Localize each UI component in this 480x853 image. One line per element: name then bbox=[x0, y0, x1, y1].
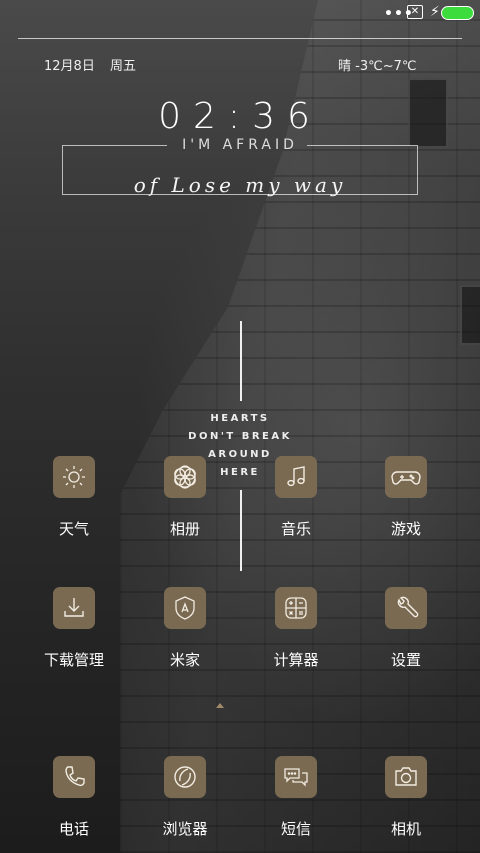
chat-bubbles-icon bbox=[275, 756, 317, 798]
app-calculator[interactable]: 计算器 bbox=[241, 587, 351, 670]
widget-top-line bbox=[18, 38, 462, 39]
weekday-label: 周五 bbox=[110, 59, 137, 74]
app-label: 电话 bbox=[58, 820, 89, 838]
date-label: 12月8日 bbox=[44, 59, 95, 74]
app-gallery[interactable]: 相册 bbox=[130, 456, 240, 539]
app-downloads[interactable]: 下载管理 bbox=[19, 587, 129, 670]
app-mijia[interactable]: 米家 bbox=[130, 587, 240, 670]
app-music[interactable]: 音乐 bbox=[241, 456, 351, 539]
page-indicator[interactable] bbox=[216, 703, 224, 708]
app-games[interactable]: 游戏 bbox=[351, 456, 461, 539]
sim-off-icon: ✕ bbox=[407, 5, 423, 19]
sun-icon bbox=[53, 456, 95, 498]
battery-icon bbox=[441, 6, 474, 20]
hearts-line: DON'T BREAK bbox=[188, 431, 292, 442]
app-label: 短信 bbox=[280, 820, 311, 838]
app-camera[interactable]: 相机 bbox=[351, 756, 461, 839]
app-label: 相册 bbox=[169, 520, 200, 538]
app-label: 相机 bbox=[390, 820, 421, 838]
clock[interactable]: 02:36 bbox=[0, 96, 480, 137]
divider-line-top bbox=[240, 321, 242, 401]
app-label: 游戏 bbox=[390, 520, 421, 538]
music-note-icon bbox=[275, 456, 317, 498]
gamepad-icon bbox=[385, 456, 427, 498]
app-label: 音乐 bbox=[280, 520, 311, 538]
app-weather[interactable]: 天气 bbox=[19, 456, 129, 539]
weather-label[interactable]: 晴 -3℃~7℃ bbox=[338, 55, 416, 74]
bolt-icon: ⚡ bbox=[430, 4, 440, 20]
camera-icon bbox=[385, 756, 427, 798]
wallpaper-window bbox=[460, 285, 480, 345]
app-label: 下载管理 bbox=[43, 651, 104, 669]
tagline: I'M AFRAID bbox=[182, 137, 298, 153]
app-label: 浏览器 bbox=[162, 820, 208, 838]
app-browser[interactable]: 浏览器 bbox=[130, 756, 240, 839]
app-settings[interactable]: 设置 bbox=[351, 587, 461, 670]
hearts-line: HEARTS bbox=[210, 413, 270, 424]
wrench-icon bbox=[385, 587, 427, 629]
home-shield-icon bbox=[164, 587, 206, 629]
status-bar: ••• ✕ ⚡ bbox=[0, 0, 480, 28]
app-label: 天气 bbox=[58, 520, 89, 538]
app-label: 设置 bbox=[390, 651, 421, 669]
app-phone[interactable]: 电话 bbox=[19, 756, 129, 839]
script-text: of Lose my way bbox=[133, 173, 347, 197]
flower-icon bbox=[164, 456, 206, 498]
browser-icon bbox=[164, 756, 206, 798]
app-messages[interactable]: 短信 bbox=[241, 756, 351, 839]
app-label: 米家 bbox=[169, 651, 200, 669]
app-label: 计算器 bbox=[273, 651, 319, 669]
calculator-icon bbox=[275, 587, 317, 629]
phone-icon bbox=[53, 756, 95, 798]
download-icon bbox=[53, 587, 95, 629]
